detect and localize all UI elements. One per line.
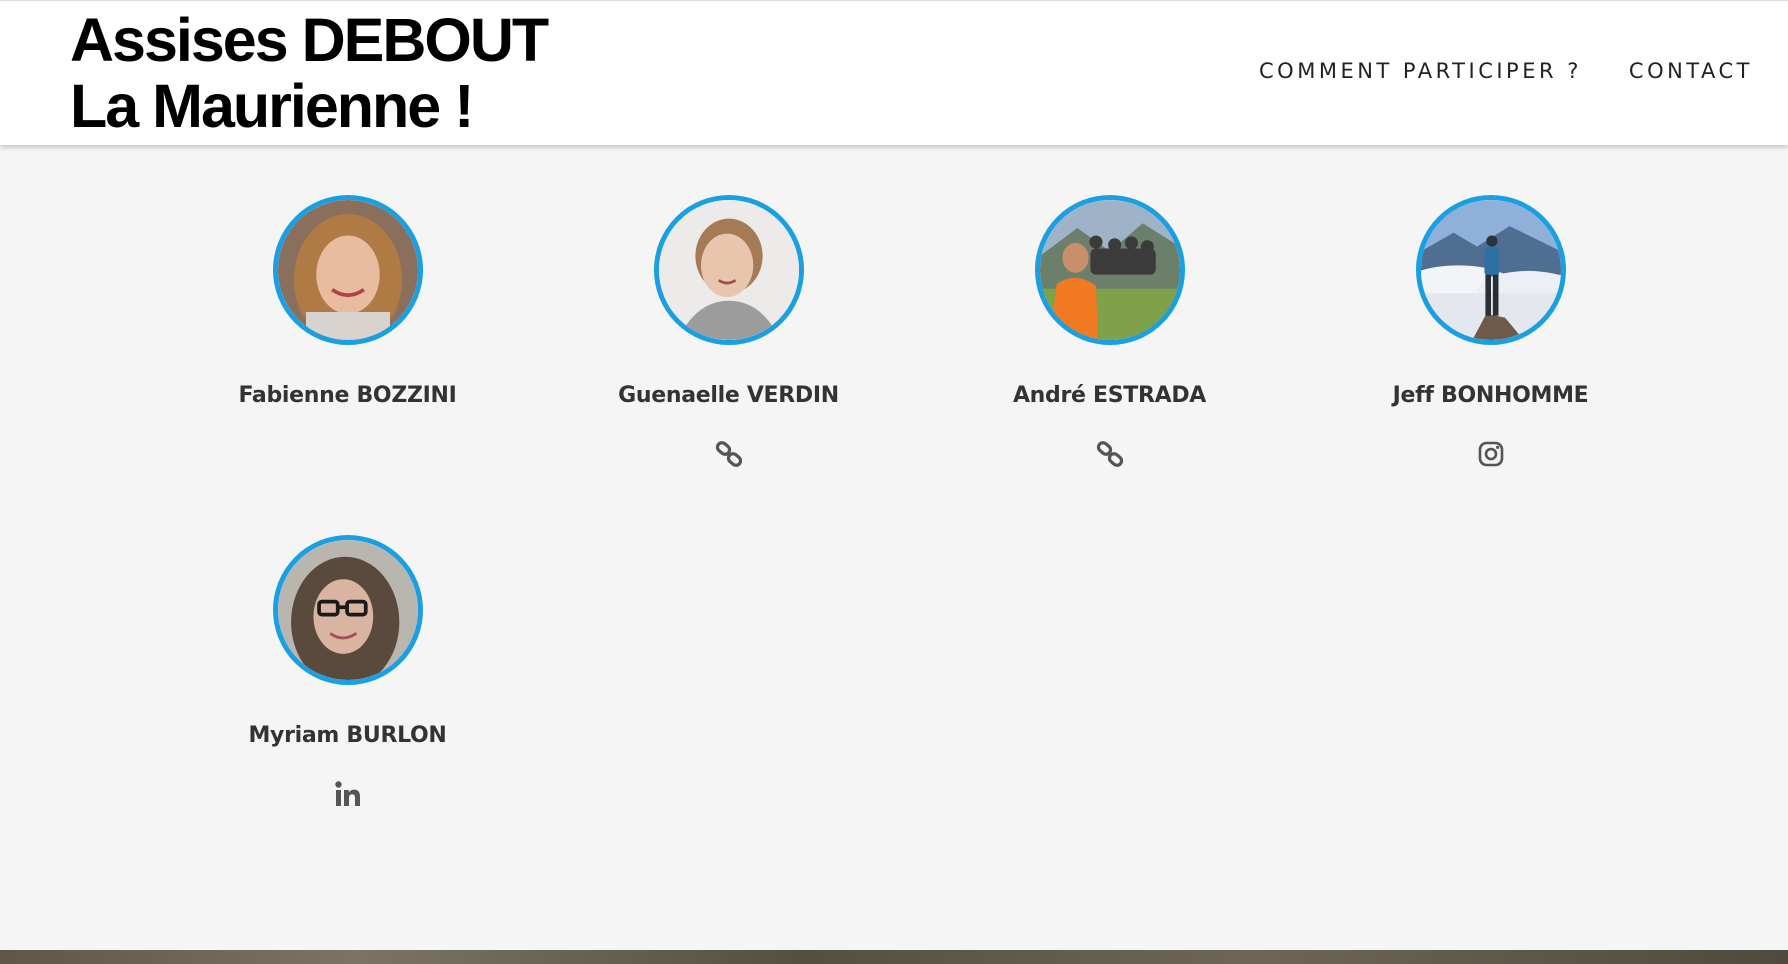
main-nav: COMMENT PARTICIPER ? CONTACT xyxy=(1259,59,1753,83)
member-name: Fabienne BOZZINI xyxy=(238,383,457,408)
avatar-photo xyxy=(277,540,418,680)
team-member-card: Guenaelle VERDIN xyxy=(538,195,919,475)
avatar-photo xyxy=(658,200,799,340)
linkedin-icon[interactable] xyxy=(332,778,364,810)
team-grid: Fabienne BOZZINI Guenaelle VERDIN André … xyxy=(0,145,1788,950)
member-avatar xyxy=(272,535,423,685)
team-member-card: André ESTRADA xyxy=(919,195,1300,475)
site-logo[interactable]: Assises DEBOUT La Maurienne ! xyxy=(70,6,549,140)
team-member-card: Myriam BURLON xyxy=(157,535,538,815)
team-member-card: Jeff BONHOMME xyxy=(1300,195,1681,475)
avatar-photo xyxy=(277,200,418,340)
avatar-photo xyxy=(1420,200,1561,340)
footer-image-strip xyxy=(0,950,1788,964)
logo-line-1: Assises DEBOUT xyxy=(70,6,549,74)
avatar-photo xyxy=(1039,200,1180,340)
member-avatar xyxy=(1415,195,1566,345)
team-member-card: Fabienne BOZZINI xyxy=(157,195,538,408)
instagram-icon[interactable] xyxy=(1475,438,1507,470)
member-name: Guenaelle VERDIN xyxy=(618,383,839,408)
member-avatar xyxy=(272,195,423,345)
nav-contact[interactable]: CONTACT xyxy=(1629,59,1753,83)
member-name: André ESTRADA xyxy=(1012,383,1207,408)
logo-line-2: La Maurienne ! xyxy=(70,72,474,140)
member-avatar xyxy=(653,195,804,345)
link-icon[interactable] xyxy=(713,438,745,470)
member-name: Myriam BURLON xyxy=(248,723,447,748)
member-avatar xyxy=(1034,195,1185,345)
nav-comment-participer[interactable]: COMMENT PARTICIPER ? xyxy=(1259,59,1582,83)
site-header: Assises DEBOUT La Maurienne ! COMMENT PA… xyxy=(0,0,1788,145)
member-name: Jeff BONHOMME xyxy=(1392,383,1589,408)
link-icon[interactable] xyxy=(1094,438,1126,470)
